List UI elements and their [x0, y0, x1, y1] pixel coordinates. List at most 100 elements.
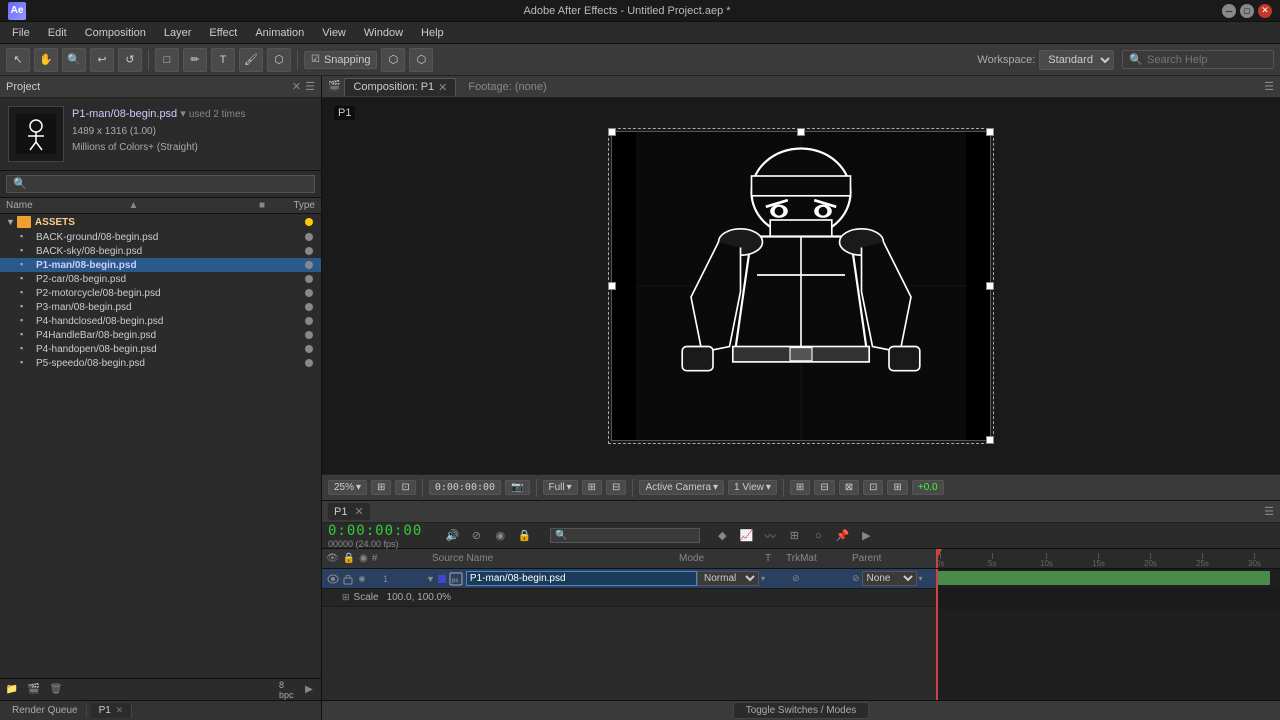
- tl-btn-frame[interactable]: ○: [808, 526, 828, 546]
- handle-top-right[interactable]: [986, 128, 994, 136]
- viewer-extra2[interactable]: ⊟: [606, 480, 626, 495]
- file-item-6[interactable]: ▪ P4-handclosed/08-begin.psd: [0, 314, 321, 328]
- tl-btn-pin[interactable]: 📌: [832, 526, 852, 546]
- file-item-8[interactable]: ▪ P4-handopen/08-begin.psd: [0, 342, 321, 356]
- file-item-2[interactable]: ▪ P1-man/08-begin.psd: [0, 258, 321, 272]
- menu-file[interactable]: File: [4, 25, 38, 41]
- tool-undo[interactable]: ↺: [118, 48, 142, 72]
- timeline-tracks[interactable]: [936, 569, 1280, 700]
- file-item-7[interactable]: ▪ P4HandleBar/08-begin.psd: [0, 328, 321, 342]
- timeline-ruler[interactable]: 0s 5s 10s 15s 20s 25s 30s 35s 40s 45s 50…: [936, 549, 1280, 569]
- tl-icon-speaker[interactable]: 🔊: [442, 526, 462, 546]
- tl-btn-keyframe[interactable]: ◆: [712, 526, 732, 546]
- 3d-extra3[interactable]: ⊡: [863, 480, 883, 495]
- p1-tab-close[interactable]: ✕: [116, 705, 124, 715]
- viewer-grid-button[interactable]: ⊞: [582, 480, 602, 495]
- tool-brush[interactable]: 🖌: [239, 48, 263, 72]
- file-item-3[interactable]: ▪ P2-car/08-begin.psd: [0, 272, 321, 286]
- 3d-extra4[interactable]: ⊞: [887, 480, 907, 495]
- comp-tab-close[interactable]: ✕: [438, 81, 447, 94]
- project-tab[interactable]: Project: [6, 81, 40, 93]
- timeline-menu-icon[interactable]: ☰: [1264, 505, 1274, 518]
- tl-icon-lock[interactable]: 🔒: [514, 526, 534, 546]
- composition-tab[interactable]: Composition: P1 ✕: [344, 78, 456, 96]
- tl-icon-mute[interactable]: ⊘: [466, 526, 486, 546]
- 3d-extra1[interactable]: ⊟: [814, 480, 834, 495]
- timeline-tab-close[interactable]: ✕: [355, 506, 364, 518]
- new-folder-button[interactable]: 📁: [4, 682, 20, 698]
- toggle-switches-modes-button[interactable]: Toggle Switches / Modes: [733, 702, 870, 719]
- layer-visibility-1[interactable]: [326, 572, 340, 586]
- workspace-select[interactable]: Standard: [1039, 50, 1114, 70]
- offset-display[interactable]: +0.0: [912, 480, 944, 495]
- search-help-box[interactable]: 🔍: [1122, 50, 1274, 69]
- tool-extra1[interactable]: ⬡: [381, 48, 405, 72]
- timeline-search-input[interactable]: [550, 528, 700, 543]
- project-menu-icon[interactable]: ☰: [305, 80, 315, 93]
- layer-name-input-1[interactable]: [466, 571, 697, 586]
- file-item-4[interactable]: ▪ P2-motorcycle/08-begin.psd: [0, 286, 321, 300]
- minimize-button[interactable]: ─: [1222, 4, 1236, 18]
- layer-row-1[interactable]: ◉ 1 ▼ ps: [322, 569, 936, 589]
- search-help-input[interactable]: [1147, 54, 1267, 66]
- camera-button[interactable]: 📷: [505, 480, 529, 495]
- menu-composition[interactable]: Composition: [77, 25, 154, 41]
- composition-canvas[interactable]: [611, 131, 991, 441]
- tl-btn-graph[interactable]: 📈: [736, 526, 756, 546]
- tool-rotate[interactable]: ↩: [90, 48, 114, 72]
- layer-expand-1[interactable]: ▼: [426, 574, 435, 584]
- handle-middle-right[interactable]: [986, 282, 994, 290]
- tool-extra2[interactable]: ⬡: [409, 48, 433, 72]
- assets-folder[interactable]: ▼ ASSETS: [0, 214, 321, 230]
- track-row-1[interactable]: [936, 569, 1280, 589]
- tool-hand[interactable]: ✋: [34, 48, 58, 72]
- trash-button[interactable]: 🗑: [48, 682, 64, 698]
- 3d-extra2[interactable]: ⊠: [839, 480, 859, 495]
- render-queue-icon[interactable]: ▶: [301, 682, 317, 698]
- maximize-button[interactable]: □: [1240, 4, 1254, 18]
- tool-stamp[interactable]: ⬡: [267, 48, 291, 72]
- current-time-display[interactable]: 0:00:00:00: [328, 523, 422, 539]
- quality-control[interactable]: Full ▾: [543, 480, 578, 495]
- layer-solo-1[interactable]: ◉: [356, 573, 368, 585]
- tool-text[interactable]: T: [211, 48, 235, 72]
- tl-icon-solo[interactable]: ◉: [490, 526, 510, 546]
- menu-effect[interactable]: Effect: [201, 25, 245, 41]
- file-item-9[interactable]: ▪ P5-speedo/08-begin.psd: [0, 356, 321, 370]
- viewer-extra1[interactable]: ⊡: [395, 480, 415, 495]
- handle-bottom-right[interactable]: [986, 436, 994, 444]
- menu-window[interactable]: Window: [356, 25, 411, 41]
- fit-button[interactable]: ⊞: [371, 480, 391, 495]
- tool-select[interactable]: ↖: [6, 48, 30, 72]
- p1-tab[interactable]: P1 ✕: [91, 703, 133, 718]
- panel-menu-icon[interactable]: ☰: [1264, 80, 1274, 93]
- layer-mode-select-1[interactable]: Normal Dissolve Add Multiply Screen Over…: [697, 571, 759, 586]
- new-comp-button[interactable]: 🎬: [26, 682, 42, 698]
- menu-edit[interactable]: Edit: [40, 25, 75, 41]
- tool-pen[interactable]: ✏: [183, 48, 207, 72]
- composition-viewer[interactable]: P1 www.rr-sc.com: [322, 98, 1280, 474]
- snap-toggle[interactable]: ☑ Snapping: [304, 51, 377, 69]
- menu-animation[interactable]: Animation: [247, 25, 312, 41]
- handle-top-center[interactable]: [797, 128, 805, 136]
- tl-btn-render[interactable]: ▶: [856, 526, 876, 546]
- tool-zoom[interactable]: 🔍: [62, 48, 86, 72]
- project-close-icon[interactable]: ✕: [292, 80, 301, 93]
- timeline-playhead[interactable]: [936, 569, 938, 700]
- project-list[interactable]: ▼ ASSETS ▪ BACK-ground/08-begin.psd ▪ BA…: [0, 214, 321, 678]
- project-search-input[interactable]: [6, 175, 315, 193]
- menu-help[interactable]: Help: [413, 25, 452, 41]
- timecode-display[interactable]: 0:00:00:00: [429, 480, 501, 495]
- bpc-indicator[interactable]: 8 bpc: [279, 682, 295, 698]
- handle-top-left[interactable]: [608, 128, 616, 136]
- active-camera-control[interactable]: Active Camera ▾: [639, 480, 724, 495]
- layer-lock-1[interactable]: [342, 573, 354, 585]
- zoom-control[interactable]: 25% ▾: [328, 480, 367, 495]
- ruler-playhead[interactable]: [936, 549, 938, 568]
- close-button[interactable]: ✕: [1258, 4, 1272, 18]
- tool-rect[interactable]: □: [155, 48, 179, 72]
- col-sort-icon[interactable]: ▲: [129, 200, 139, 211]
- menu-view[interactable]: View: [314, 25, 354, 41]
- tl-btn-layer-snap[interactable]: ⊞: [784, 526, 804, 546]
- timeline-tab-active[interactable]: P1 ✕: [328, 503, 370, 520]
